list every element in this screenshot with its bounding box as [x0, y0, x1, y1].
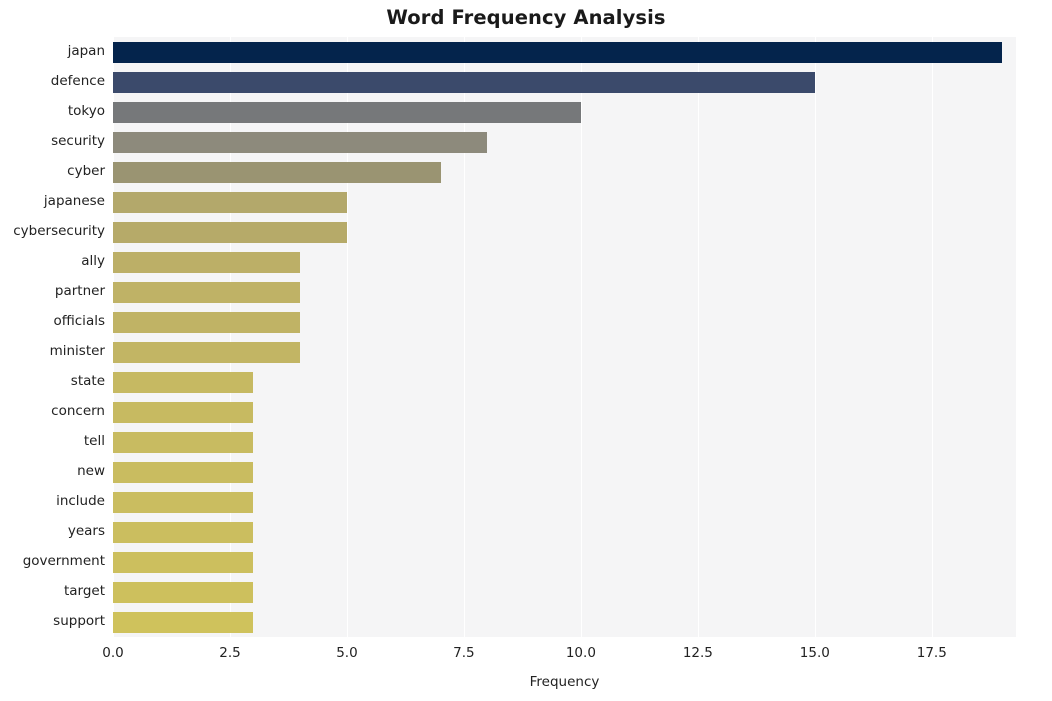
bar-years [113, 521, 254, 543]
bar-row [113, 221, 1016, 243]
bar-row [113, 401, 1016, 423]
x-tick-label-5.0: 5.0 [336, 645, 358, 661]
y-tick-label-support: support [53, 613, 105, 629]
y-tick-label-security: security [51, 133, 105, 149]
bar-row [113, 521, 1016, 543]
x-tick-label-7.5: 7.5 [453, 645, 475, 661]
y-tick-label-japanese: japanese [43, 193, 105, 209]
x-axis-label: Frequency [529, 674, 600, 690]
y-tick-label-officials: officials [53, 313, 105, 329]
bar-cyber [113, 161, 441, 183]
bar-row [113, 341, 1016, 363]
x-tick-label-17.5: 17.5 [916, 645, 947, 661]
bar-new [113, 461, 254, 483]
y-tick-label-include: include [56, 493, 105, 509]
bar-target [113, 581, 254, 603]
bar-japan [113, 41, 1002, 63]
x-tick-label-2.5: 2.5 [219, 645, 241, 661]
bar-government [113, 551, 254, 573]
x-tick-label-15.0: 15.0 [799, 645, 830, 661]
x-tick-label-0.0: 0.0 [102, 645, 124, 661]
bar-row [113, 161, 1016, 183]
bar-row [113, 581, 1016, 603]
plot-area [113, 37, 1016, 637]
bar-defence [113, 71, 815, 93]
y-tick-label-years: years [67, 523, 105, 539]
y-tick-label-tell: tell [83, 433, 105, 449]
bar-row [113, 431, 1016, 453]
bar-include [113, 491, 254, 513]
bar-tell [113, 431, 254, 453]
bar-ally [113, 251, 301, 273]
bar-row [113, 71, 1016, 93]
bar-row [113, 311, 1016, 333]
bar-security [113, 131, 488, 153]
chart-figure: Word Frequency Analysis japan defence toky… [0, 0, 1052, 701]
bar-cybersecurity [113, 221, 347, 243]
bar-partner [113, 281, 301, 303]
chart-title: Word Frequency Analysis [386, 6, 666, 29]
y-tick-label-cyber: cyber [67, 163, 105, 179]
y-tick-label-japan: japan [67, 43, 105, 59]
bar-row [113, 251, 1016, 273]
y-tick-label-defence: defence [50, 73, 105, 89]
bar-minister [113, 341, 301, 363]
bar-support [113, 611, 254, 633]
bar-row [113, 611, 1016, 633]
y-tick-label-cybersecurity: cybersecurity [13, 223, 105, 239]
y-axis-tick-labels: japan defence tokyo security cyber japanese cy… [0, 37, 105, 637]
bar-row [113, 491, 1016, 513]
x-tick-label-12.5: 12.5 [682, 645, 713, 661]
bar-row [113, 461, 1016, 483]
y-tick-label-tokyo: tokyo [67, 103, 105, 119]
x-tick-label-10.0: 10.0 [565, 645, 596, 661]
bar-concern [113, 401, 254, 423]
x-axis-tick-labels: 0.0 2.5 5.0 7.5 10.0 12.5 15.0 17.5 [0, 645, 1052, 669]
bar-officials [113, 311, 301, 333]
bars-container [113, 37, 1016, 637]
bar-row [113, 371, 1016, 393]
bar-japanese [113, 191, 347, 213]
y-tick-label-minister: minister [49, 343, 105, 359]
y-tick-label-state: state [70, 373, 105, 389]
bar-row [113, 191, 1016, 213]
bar-row [113, 551, 1016, 573]
y-tick-label-new: new [77, 463, 105, 479]
y-tick-label-concern: concern [51, 403, 105, 419]
bar-state [113, 371, 254, 393]
bar-row [113, 131, 1016, 153]
bar-tokyo [113, 101, 581, 123]
y-tick-label-ally: ally [81, 253, 105, 269]
bar-row [113, 281, 1016, 303]
y-tick-label-target: target [63, 583, 105, 599]
bar-row [113, 41, 1016, 63]
y-tick-label-partner: partner [54, 283, 105, 299]
bar-row [113, 101, 1016, 123]
y-tick-label-government: government [22, 553, 105, 569]
